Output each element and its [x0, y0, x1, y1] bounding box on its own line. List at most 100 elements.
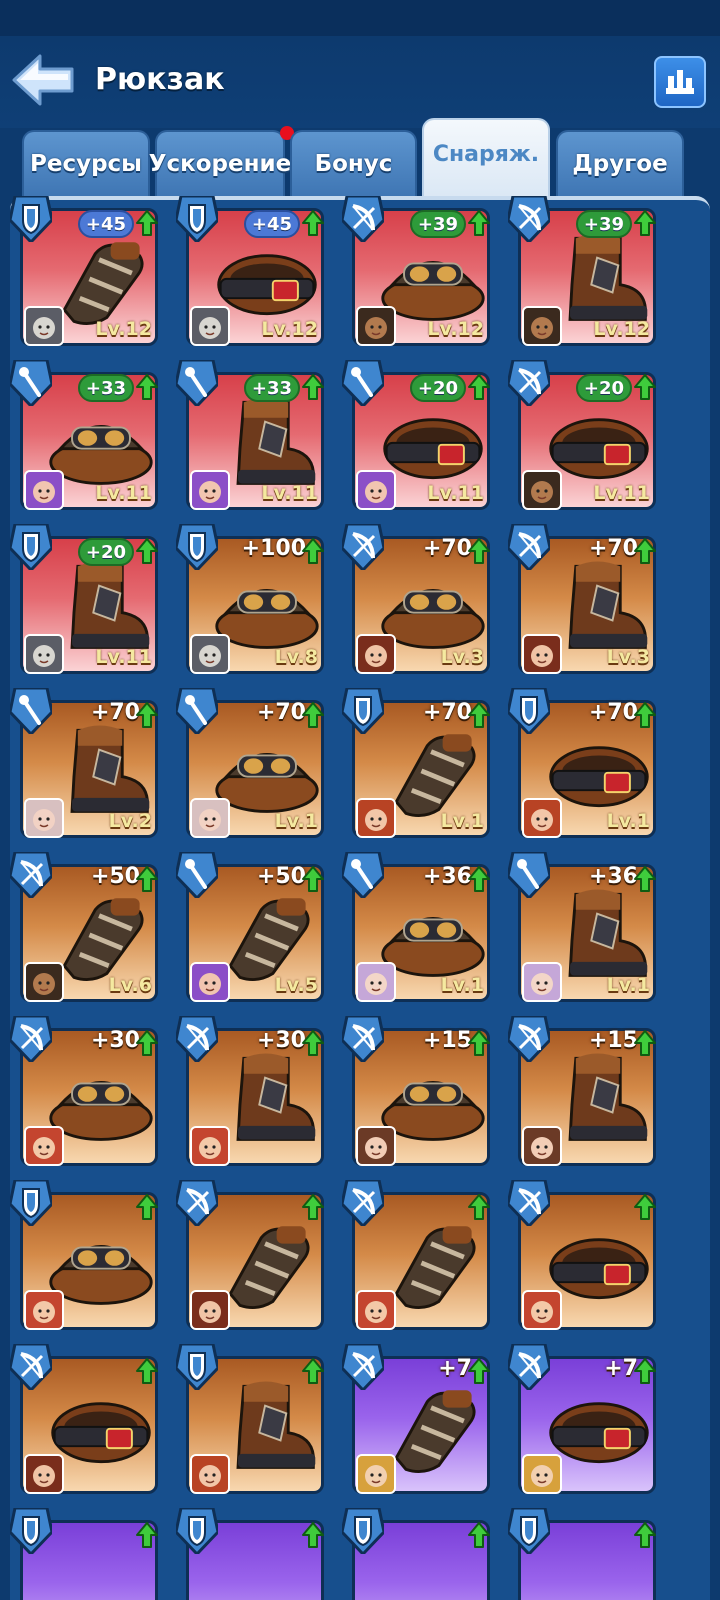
equipment-item[interactable]: +15 — [342, 1016, 492, 1166]
hero-avatar — [522, 306, 562, 346]
hero-avatar — [356, 1454, 396, 1494]
equipment-item[interactable] — [342, 1508, 492, 1600]
upgrade-arrow-icon — [468, 210, 490, 236]
upgrade-arrow-icon — [468, 1194, 490, 1220]
hero-avatar — [24, 1126, 64, 1166]
hero-avatar — [24, 1290, 64, 1330]
hero-face-icon — [358, 636, 394, 672]
equipment-item[interactable]: +70 Lv.2 — [10, 688, 160, 838]
bow-class-icon — [508, 360, 550, 406]
tab-resources[interactable]: Ресурсы — [22, 130, 150, 196]
equipment-item[interactable] — [508, 1180, 658, 1330]
item-level: Lv.11 — [95, 482, 152, 504]
equipment-item[interactable]: +30 — [176, 1016, 326, 1166]
hero-avatar — [356, 1126, 396, 1166]
bow-class-icon — [508, 196, 550, 242]
tab-equipment[interactable]: Снаряж. — [422, 118, 550, 196]
hero-face-icon — [358, 800, 394, 836]
status-bar — [0, 0, 720, 36]
equipment-item[interactable] — [508, 1508, 658, 1600]
item-level: Lv.11 — [593, 482, 650, 504]
bonus-value: +45 — [77, 210, 134, 238]
hero-face-icon — [192, 472, 228, 508]
hero-avatar — [190, 470, 230, 510]
item-level: Lv.1 — [440, 974, 484, 996]
shield-class-icon — [342, 688, 384, 734]
bow-class-icon — [342, 196, 384, 242]
bar-chart-icon — [666, 70, 694, 94]
equipment-item[interactable]: +20 Lv.11 — [508, 360, 658, 510]
hero-avatar — [190, 962, 230, 1002]
bow-class-icon — [342, 1016, 384, 1062]
equipment-item[interactable] — [10, 1180, 160, 1330]
tab-bonus[interactable]: Бонус — [290, 130, 417, 196]
equipment-item[interactable]: +7 — [508, 1344, 658, 1494]
equipment-item[interactable]: +39 Lv.12 — [342, 196, 492, 346]
hero-face-icon — [192, 308, 228, 344]
equipment-item[interactable]: +50 Lv.5 — [176, 852, 326, 1002]
item-level: Lv.6 — [108, 974, 152, 996]
equipment-item[interactable]: +7 — [342, 1344, 492, 1494]
upgrade-arrow-icon — [468, 1522, 490, 1548]
staff-class-icon — [10, 688, 52, 734]
stats-button[interactable] — [654, 56, 706, 108]
equipment-item[interactable]: +33 Lv.11 — [10, 360, 160, 510]
equipment-item[interactable] — [10, 1344, 160, 1494]
equipment-item[interactable]: +70 Lv.1 — [508, 688, 658, 838]
hero-avatar — [24, 1454, 64, 1494]
equipment-item[interactable]: +100 Lv.8 — [176, 524, 326, 674]
equipment-item[interactable] — [176, 1344, 326, 1494]
hero-face-icon — [26, 1128, 62, 1164]
shield-class-icon — [176, 1344, 218, 1390]
bonus-value: +70 — [256, 700, 306, 725]
equipment-item[interactable]: +15 — [508, 1016, 658, 1166]
equipment-item[interactable]: +20 Lv.11 — [342, 360, 492, 510]
hero-face-icon — [524, 472, 560, 508]
upgrade-arrow-icon — [302, 210, 324, 236]
item-level: Lv.1 — [606, 810, 650, 832]
hero-face-icon — [26, 1292, 62, 1328]
back-arrow-icon[interactable] — [10, 52, 76, 108]
equipment-item[interactable]: +70 Lv.3 — [342, 524, 492, 674]
tab-speedup[interactable]: Ускорение — [149, 130, 291, 196]
equipment-item[interactable]: +33 Lv.11 — [176, 360, 326, 510]
hero-avatar — [24, 470, 64, 510]
equipment-item[interactable] — [176, 1508, 326, 1600]
equipment-item[interactable]: +20 Lv.11 — [10, 524, 160, 674]
tab-other[interactable]: Другое — [556, 130, 684, 196]
tab-label: Ресурсы — [30, 151, 142, 177]
upgrade-arrow-icon — [302, 1358, 324, 1384]
equipment-item[interactable] — [342, 1180, 492, 1330]
equipment-item[interactable]: +45 Lv.12 — [10, 196, 160, 346]
upgrade-arrow-icon — [634, 374, 656, 400]
hero-avatar — [190, 1454, 230, 1494]
shield-class-icon — [176, 524, 218, 570]
equipment-item[interactable]: +70 Lv.1 — [176, 688, 326, 838]
equipment-item[interactable]: +39 Lv.12 — [508, 196, 658, 346]
bonus-value: +50 — [256, 864, 306, 889]
item-level: Lv.5 — [274, 974, 318, 996]
hero-avatar — [522, 1126, 562, 1166]
upgrade-arrow-icon — [634, 1358, 656, 1384]
bow-class-icon — [342, 524, 384, 570]
upgrade-arrow-icon — [136, 374, 158, 400]
hero-avatar — [356, 306, 396, 346]
equipment-item[interactable]: +45 Lv.12 — [176, 196, 326, 346]
equipment-item[interactable]: +30 — [10, 1016, 160, 1166]
hero-avatar — [356, 634, 396, 674]
equipment-item[interactable]: +36 Lv.1 — [342, 852, 492, 1002]
item-level: Lv.11 — [95, 646, 152, 668]
equipment-item[interactable]: +50 Lv.6 — [10, 852, 160, 1002]
upgrade-arrow-icon — [136, 1194, 158, 1220]
hero-face-icon — [26, 636, 62, 672]
item-level: Lv.11 — [261, 482, 318, 504]
equipment-item[interactable]: +36 Lv.1 — [508, 852, 658, 1002]
equipment-item[interactable] — [176, 1180, 326, 1330]
bonus-value: +20 — [77, 538, 134, 566]
upgrade-arrow-icon — [136, 1030, 158, 1056]
hero-face-icon — [358, 308, 394, 344]
hero-face-icon — [524, 308, 560, 344]
equipment-item[interactable]: +70 Lv.1 — [342, 688, 492, 838]
equipment-item[interactable] — [10, 1508, 160, 1600]
equipment-item[interactable]: +70 Lv.3 — [508, 524, 658, 674]
